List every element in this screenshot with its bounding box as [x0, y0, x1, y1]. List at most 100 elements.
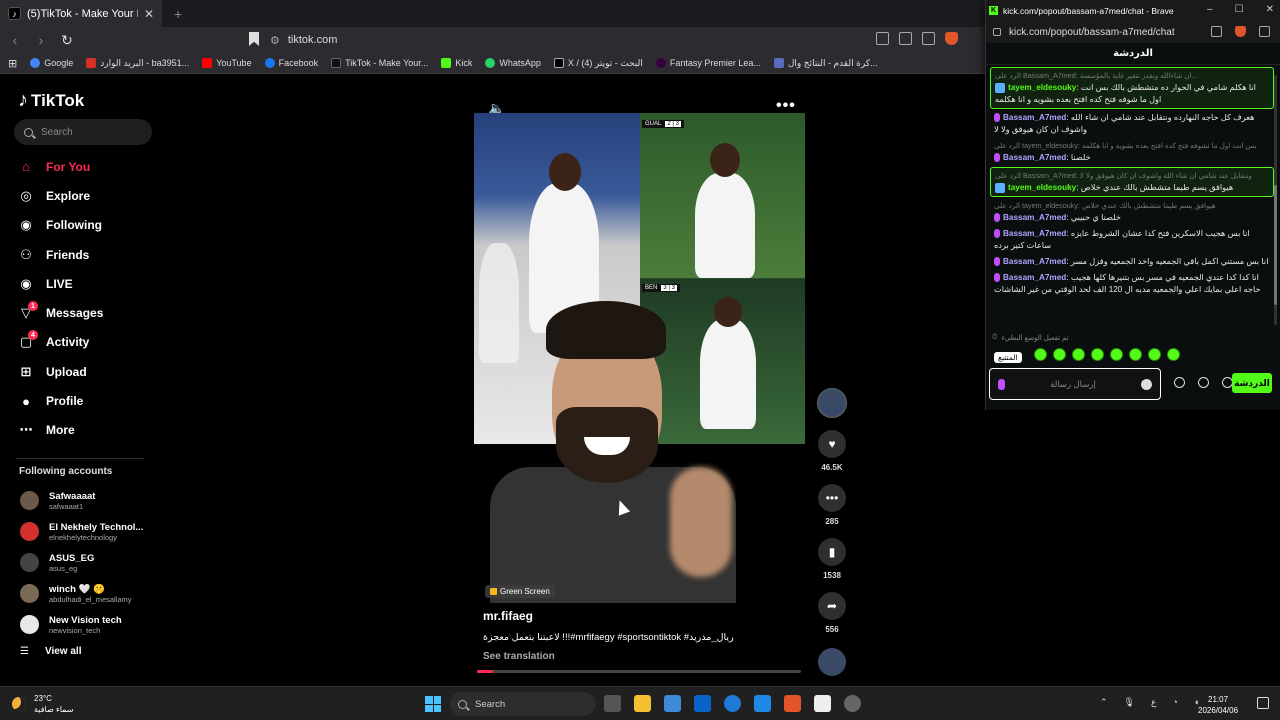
save-button[interactable]: ▮ — [818, 538, 846, 566]
following-account[interactable]: El Nekhely Technol... elnekhelytechnology — [0, 516, 160, 547]
emote-icon[interactable] — [1072, 348, 1085, 361]
chat-username[interactable]: Bassam_A7med — [1003, 153, 1066, 162]
file-explorer-icon[interactable] — [634, 695, 651, 712]
share-icon[interactable] — [922, 32, 935, 45]
tiktok-logo[interactable]: ♪ TikTok — [18, 89, 84, 112]
following-account[interactable]: winch 🤍 🤫 abdulhadi_el_mesallamy — [0, 578, 160, 609]
nav-item-for-you[interactable]: ⌂ For You — [0, 152, 160, 181]
chat-username[interactable]: tayem_eldesouky — [1008, 83, 1076, 92]
chat-username[interactable]: Bassam_A7med — [1003, 213, 1066, 222]
capcut-icon[interactable] — [814, 695, 831, 712]
download-icon[interactable] — [1259, 26, 1270, 37]
see-translation-link[interactable]: See translation — [483, 651, 555, 662]
settings-app-icon[interactable] — [844, 695, 861, 712]
share-button[interactable]: ➦ — [818, 592, 846, 620]
emote-icon[interactable] — [1091, 348, 1104, 361]
bookmark-icon[interactable] — [249, 32, 259, 46]
following-account[interactable]: New Vision tech newvision_tech — [0, 609, 160, 640]
language-indicator[interactable]: ع — [1151, 697, 1156, 708]
brave-icon[interactable] — [784, 695, 801, 712]
bookmark-facebook[interactable]: Facebook — [264, 58, 318, 68]
mail-icon[interactable] — [754, 695, 771, 712]
kick-address-bar[interactable]: kick.com/popout/bassam-a7med/chat — [986, 21, 1280, 43]
chat-username[interactable]: Bassam_A7med — [1003, 257, 1066, 266]
forward-icon[interactable]: › — [34, 32, 48, 48]
chat-scrollbar[interactable] — [1274, 75, 1277, 325]
creator-avatar[interactable] — [817, 388, 847, 418]
link-icon[interactable] — [1174, 377, 1185, 388]
extension-icon[interactable] — [876, 32, 889, 45]
store-icon[interactable] — [694, 695, 711, 712]
chat-send-button[interactable]: الدردشة — [1232, 373, 1272, 393]
chat-message[interactable]: Bassam_A7med: انا بس هجيب الاسكرين فتح ك… — [990, 226, 1274, 254]
minimize-icon[interactable]: – — [1207, 4, 1213, 15]
emote-icon[interactable] — [1110, 348, 1123, 361]
brave-shields-icon[interactable] — [945, 32, 958, 45]
search-input[interactable]: Search — [14, 119, 152, 145]
scroll-thumb[interactable] — [1274, 185, 1277, 305]
chat-username[interactable]: Bassam_A7med — [1003, 229, 1066, 238]
music-disc[interactable] — [818, 648, 846, 676]
chevron-up-icon[interactable]: ⌃ — [1100, 697, 1108, 708]
brave-shields-icon[interactable] — [1235, 26, 1246, 37]
browser-tab[interactable]: ♪ (5)TikTok - Make Your Day ✕ — [0, 0, 162, 27]
bookmark-football[interactable]: كرة القدم - النتائج وال... — [773, 58, 878, 69]
chat-message[interactable]: الرد على Bassam_A7med: ان شاءالله ونقدر … — [990, 67, 1274, 109]
view-all-button[interactable]: ☰ View all — [20, 646, 81, 657]
users-icon[interactable] — [1198, 377, 1209, 388]
emote-icon[interactable] — [1129, 348, 1142, 361]
bookmark-gmail[interactable]: البريد الوارد - ba3951... — [86, 58, 189, 69]
bookmark-x[interactable]: X / البحث - تويتر (4) — [553, 58, 643, 69]
emote-icon[interactable] — [1053, 348, 1066, 361]
nav-item-messages[interactable]: ▽ 1 Messages — [0, 298, 160, 327]
bookmark-tiktok[interactable]: TikTok - Make Your... — [331, 58, 428, 68]
close-icon[interactable]: ✕ — [1266, 4, 1274, 15]
cast-icon[interactable] — [899, 32, 912, 45]
close-tab-icon[interactable]: ✕ — [144, 7, 154, 21]
nav-item-explore[interactable]: ◎ Explore — [0, 181, 160, 210]
chat-message[interactable]: Bassam_A7med: انا بس مستني اكمل باقي الج… — [990, 254, 1274, 270]
video-author[interactable]: mr.fifaeg — [483, 609, 533, 623]
chat-username[interactable]: Bassam_A7med — [1003, 113, 1066, 122]
chat-username[interactable]: Bassam_A7med — [1003, 273, 1066, 282]
nav-item-live[interactable]: ◉ LIVE — [0, 269, 160, 298]
translate-icon[interactable] — [1211, 26, 1222, 37]
new-tab-icon[interactable]: + — [174, 6, 182, 22]
emote-icon[interactable] — [1034, 348, 1047, 361]
site-info-icon[interactable] — [993, 28, 1001, 36]
wifi-icon[interactable]: ◔ — [1172, 697, 1177, 708]
nav-item-more[interactable]: ⋯ More — [0, 416, 160, 445]
comment-button[interactable]: ••• — [818, 484, 846, 512]
chat-username[interactable]: tayem_eldesouky — [1008, 183, 1076, 192]
chat-message[interactable]: الرد على tayem_eldesouky: هيوافق يسم طيم… — [990, 198, 1274, 226]
start-button[interactable] — [425, 696, 441, 712]
following-account[interactable]: Safwaaaat safwaaat1 — [0, 485, 160, 516]
green-screen-badge[interactable]: Green Screen — [485, 585, 555, 598]
edge-icon[interactable] — [724, 695, 741, 712]
taskbar-search[interactable]: Search — [450, 692, 596, 716]
chat-message[interactable]: الرد على tayem_eldesouky: بس انت اول ما … — [990, 138, 1274, 166]
nav-item-friends[interactable]: ⚇ Friends — [0, 240, 160, 269]
emoji-icon[interactable] — [1141, 378, 1152, 390]
task-view-icon[interactable] — [604, 695, 621, 712]
microphone-icon[interactable]: 🎙 — [1124, 697, 1135, 708]
site-info-icon[interactable]: ⚙ — [270, 34, 280, 47]
chat-message[interactable]: الرد على Bassam_A7med: ونتقابل عند شامي … — [990, 167, 1274, 197]
following-account[interactable]: ASUS_EG asus_eg — [0, 547, 160, 578]
video-progress-bar[interactable] — [477, 670, 801, 673]
nav-item-upload[interactable]: ⊞ Upload — [0, 357, 160, 386]
notification-icon[interactable] — [1257, 697, 1269, 709]
back-icon[interactable]: ‹ — [8, 32, 22, 48]
nav-item-activity[interactable]: ▢ 4 Activity — [0, 328, 160, 357]
clock[interactable]: 21:07 2026/04/06 — [1198, 694, 1238, 716]
bookmark-whatsapp[interactable]: WhatsApp — [485, 58, 541, 68]
bookmark-google[interactable]: Google — [30, 58, 73, 68]
chat-message[interactable]: Bassam_A7med: هعرف كل حاجه النهارده ونتق… — [990, 110, 1274, 138]
chat-message[interactable]: Bassam_A7med: انا كدا كدا عندي الجمعيه ف… — [990, 270, 1274, 298]
emote-icon[interactable] — [1148, 348, 1161, 361]
url-field[interactable]: ⚙ tiktok.com — [270, 29, 790, 51]
chat-input[interactable]: إرسال رسالة — [989, 368, 1161, 400]
emote-icon[interactable] — [1167, 348, 1180, 361]
bookmark-fantasy[interactable]: Fantasy Premier Lea... — [655, 58, 761, 68]
calculator-icon[interactable] — [664, 695, 681, 712]
